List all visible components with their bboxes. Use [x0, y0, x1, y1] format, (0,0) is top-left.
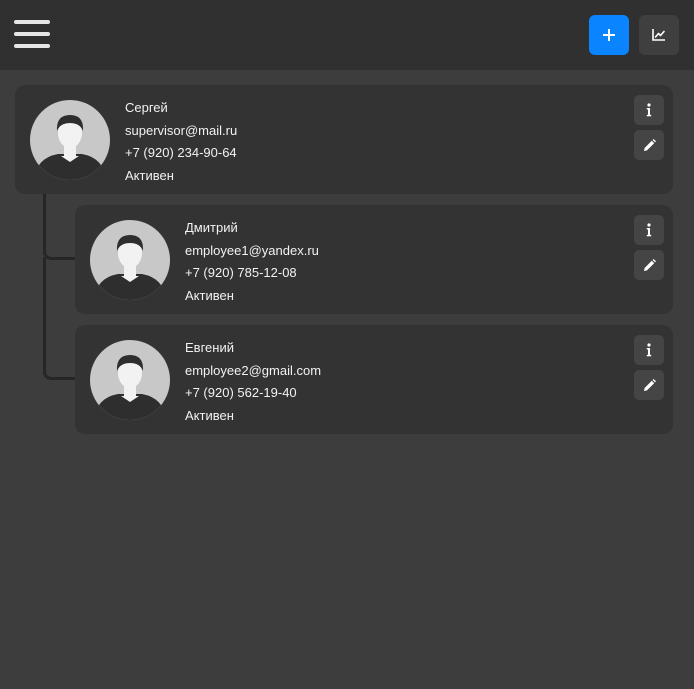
info-icon — [646, 223, 652, 237]
pencil-icon — [643, 378, 656, 391]
employee-email: supervisor@mail.ru — [125, 122, 238, 138]
employee-info: Сергей supervisor@mail.ru +7 (920) 234-9… — [125, 97, 237, 187]
employee-status: Активен — [185, 407, 234, 423]
statistics-button[interactable] — [639, 15, 679, 55]
top-bar — [0, 0, 694, 70]
employee-phone: +7 (920) 562-19-40 — [185, 385, 297, 400]
hamburger-menu-icon[interactable] — [14, 20, 50, 50]
user-avatar-icon — [90, 220, 170, 300]
edit-button[interactable] — [634, 130, 664, 160]
employee-status: Активен — [125, 167, 174, 183]
employee-email: employee2@gmail.com — [185, 362, 322, 378]
employee-email: employee1@yandex.ru — [185, 242, 319, 258]
employee-card: Евгений employee2@gmail.com +7 (920) 562… — [75, 325, 673, 434]
line-chart-icon — [652, 29, 665, 41]
employee-name: Евгений — [185, 340, 234, 355]
employee-name: Сергей — [125, 100, 168, 115]
info-icon — [646, 343, 652, 357]
employee-phone: +7 (920) 234-90-64 — [125, 145, 237, 160]
employee-name: Дмитрий — [185, 220, 238, 235]
pencil-icon — [643, 258, 656, 271]
avatar — [90, 220, 170, 300]
info-button[interactable] — [634, 215, 664, 245]
info-button[interactable] — [634, 335, 664, 365]
user-avatar-icon — [30, 100, 110, 180]
employee-info: Дмитрий employee1@yandex.ru +7 (920) 785… — [185, 217, 319, 307]
pencil-icon — [643, 138, 656, 151]
add-employee-button[interactable] — [589, 15, 629, 55]
edit-button[interactable] — [634, 250, 664, 280]
employee-card: Дмитрий employee1@yandex.ru +7 (920) 785… — [75, 205, 673, 314]
plus-icon — [603, 29, 615, 41]
avatar — [30, 100, 110, 180]
employee-info: Евгений employee2@gmail.com +7 (920) 562… — [185, 337, 321, 427]
employee-card-supervisor: Сергей supervisor@mail.ru +7 (920) 234-9… — [15, 85, 673, 194]
employee-phone: +7 (920) 785-12-08 — [185, 265, 297, 280]
info-icon — [646, 103, 652, 117]
tree-connector-line — [43, 257, 78, 380]
user-avatar-icon — [90, 340, 170, 420]
avatar — [90, 340, 170, 420]
employee-status: Активен — [185, 287, 234, 303]
tree-connector-line — [43, 194, 78, 260]
info-button[interactable] — [634, 95, 664, 125]
edit-button[interactable] — [634, 370, 664, 400]
